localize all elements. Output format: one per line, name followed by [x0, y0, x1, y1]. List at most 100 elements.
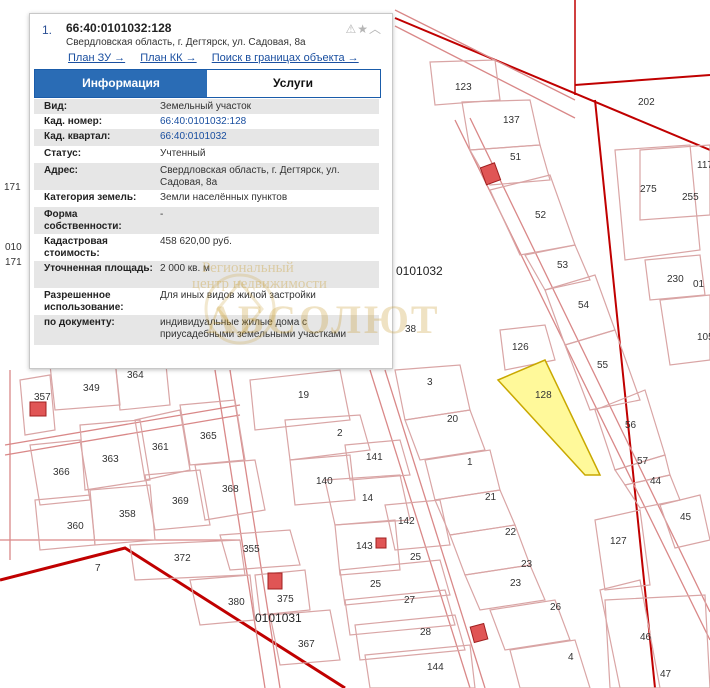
info-row-value[interactable]: 66:40:0101032:128 [160, 116, 375, 128]
parcel-label: 51 [510, 152, 522, 163]
parcel-117[interactable] [639, 144, 710, 221]
building-marker [375, 537, 387, 549]
road-north-inner [394, 25, 576, 119]
collapse-icon[interactable]: ︿ [369, 22, 382, 36]
parcel-label: 7 [95, 563, 101, 574]
card-header-icons: ⚠★︿ [345, 20, 382, 37]
parcel-21[interactable] [434, 489, 516, 536]
info-row: Статус: Учтенный [34, 146, 379, 163]
building-marker [267, 572, 283, 590]
building-marker [29, 401, 47, 417]
parcel-label: 375 [277, 594, 294, 605]
parcel-label: 275 [640, 184, 657, 195]
parcel-label: 25 [410, 552, 422, 563]
parcel-label: 57 [637, 456, 649, 467]
parcel-label: 142 [398, 516, 415, 527]
red-boundary-north [394, 17, 710, 151]
parcel-label: 380 [228, 597, 245, 608]
parcel-105[interactable] [659, 294, 710, 366]
info-row-label: по документу: [44, 317, 115, 328]
parcel-label: 141 [366, 452, 383, 463]
info-row-label: Кадастровая стоимость: [44, 236, 108, 259]
watermark-line-3: АБСОЛЮТ [206, 297, 441, 342]
parcel-label: 14 [362, 493, 374, 504]
search-in-bounds-link[interactable]: Поиск в границах объекта → [212, 52, 359, 64]
info-row: Кад. квартал: 66:40:0101032 [34, 129, 379, 146]
card-address: Свердловская область, г. Дегтярск, ул. С… [66, 37, 306, 48]
parcel-label: 137 [503, 115, 520, 126]
warning-icon[interactable]: ⚠ [345, 22, 357, 36]
plan-kk-link[interactable]: План КК → [140, 52, 196, 64]
parcel-label: 360 [67, 521, 84, 532]
parcel-label: 25 [370, 579, 382, 590]
info-row: Адрес: Свердловская область, г. Дегтярск,… [34, 163, 379, 190]
tab-services[interactable]: Услуги [207, 70, 379, 97]
parcel-label: 357 [34, 392, 51, 403]
parcel-label: 44 [650, 476, 662, 487]
parcel-label: 21 [485, 492, 497, 503]
card-tabs: Информация Услуги [34, 69, 381, 98]
parcel-label: 366 [53, 467, 70, 478]
parcel-label: 369 [172, 496, 189, 507]
parcel-label: 1 [467, 457, 473, 468]
info-row: Вид: Земельный участок [34, 99, 379, 114]
parcel-label: 143 [356, 541, 373, 552]
info-row-label: Уточненная площадь: [44, 263, 153, 274]
parcel-label: 53 [557, 260, 569, 271]
parcel-2[interactable] [284, 414, 371, 461]
info-row-label: Вид: [44, 101, 68, 112]
parcel-380[interactable] [189, 574, 256, 626]
parcel-label: 363 [102, 454, 119, 465]
info-row-value: Земельный участок [160, 101, 252, 112]
parcel-label: 4 [568, 652, 574, 663]
parcel-label: 52 [535, 210, 547, 221]
parcel-label: 56 [625, 420, 637, 431]
parcel-label: 128 [535, 390, 552, 401]
info-row-value: 458 620,00 руб. [160, 236, 232, 247]
result-index: 1. [42, 23, 53, 37]
parcel-label: 367 [298, 639, 315, 650]
parcel-128-highlight[interactable] [496, 359, 602, 476]
parcel-label: 349 [83, 383, 100, 394]
parcel-label: 117 [697, 160, 710, 171]
info-row: Категория земель: Земли населённых пункто… [34, 190, 379, 207]
info-row-value: Свердловская область, г. Дегтярск, ул. С… [160, 165, 340, 188]
info-row-label: Разрешенное использование: [44, 290, 124, 313]
parcel-label: 126 [512, 342, 529, 353]
parcel-27[interactable] [344, 589, 456, 636]
parcel-label: 171 [4, 182, 21, 193]
parcel-label: 372 [174, 553, 191, 564]
parcel-label: 3 [427, 377, 433, 388]
info-row-label: Кад. номер: [44, 116, 103, 127]
red-boundary-northeast [574, 74, 710, 86]
parcel-142[interactable] [384, 499, 451, 551]
cadastral-number-title[interactable]: 66:40:0101032:128 [66, 21, 171, 35]
parcel-360[interactable] [34, 494, 96, 551]
info-row-value[interactable]: 66:40:0101032 [160, 131, 375, 143]
parcel-51[interactable] [469, 144, 551, 186]
plan-zu-link[interactable]: План ЗУ → [68, 52, 125, 64]
parcel-label: 123 [455, 82, 472, 93]
star-icon[interactable]: ★ [357, 22, 369, 36]
parcel-label: 54 [578, 300, 590, 311]
quarter-label: 0101031 [255, 611, 302, 625]
parcel-label: 368 [222, 484, 239, 495]
parcel-label: 010 [5, 242, 22, 253]
watermark-line-1: Региональный [202, 260, 294, 276]
parcel-22[interactable] [449, 524, 531, 576]
parcel-label: 365 [200, 431, 217, 442]
parcel-label: 364 [127, 370, 144, 381]
parcel-52[interactable] [489, 174, 576, 256]
info-card: 1. 66:40:0101032:128 Свердловская област… [29, 13, 438, 369]
info-row: Форма собственности: - [34, 207, 379, 234]
parcel-label: 105 [697, 332, 710, 343]
quarter-label: 0101032 [396, 264, 443, 278]
info-row-label: Категория земель: [44, 192, 137, 203]
parcel-label: 55 [597, 360, 609, 371]
tab-information[interactable]: Информация [35, 70, 207, 97]
info-row-value: Земли населённых пунктов [160, 192, 288, 203]
parcel-label: 255 [682, 192, 699, 203]
building-marker [469, 622, 489, 644]
info-row-label: Кад. квартал: [44, 131, 111, 142]
parcel-label: 355 [243, 544, 260, 555]
